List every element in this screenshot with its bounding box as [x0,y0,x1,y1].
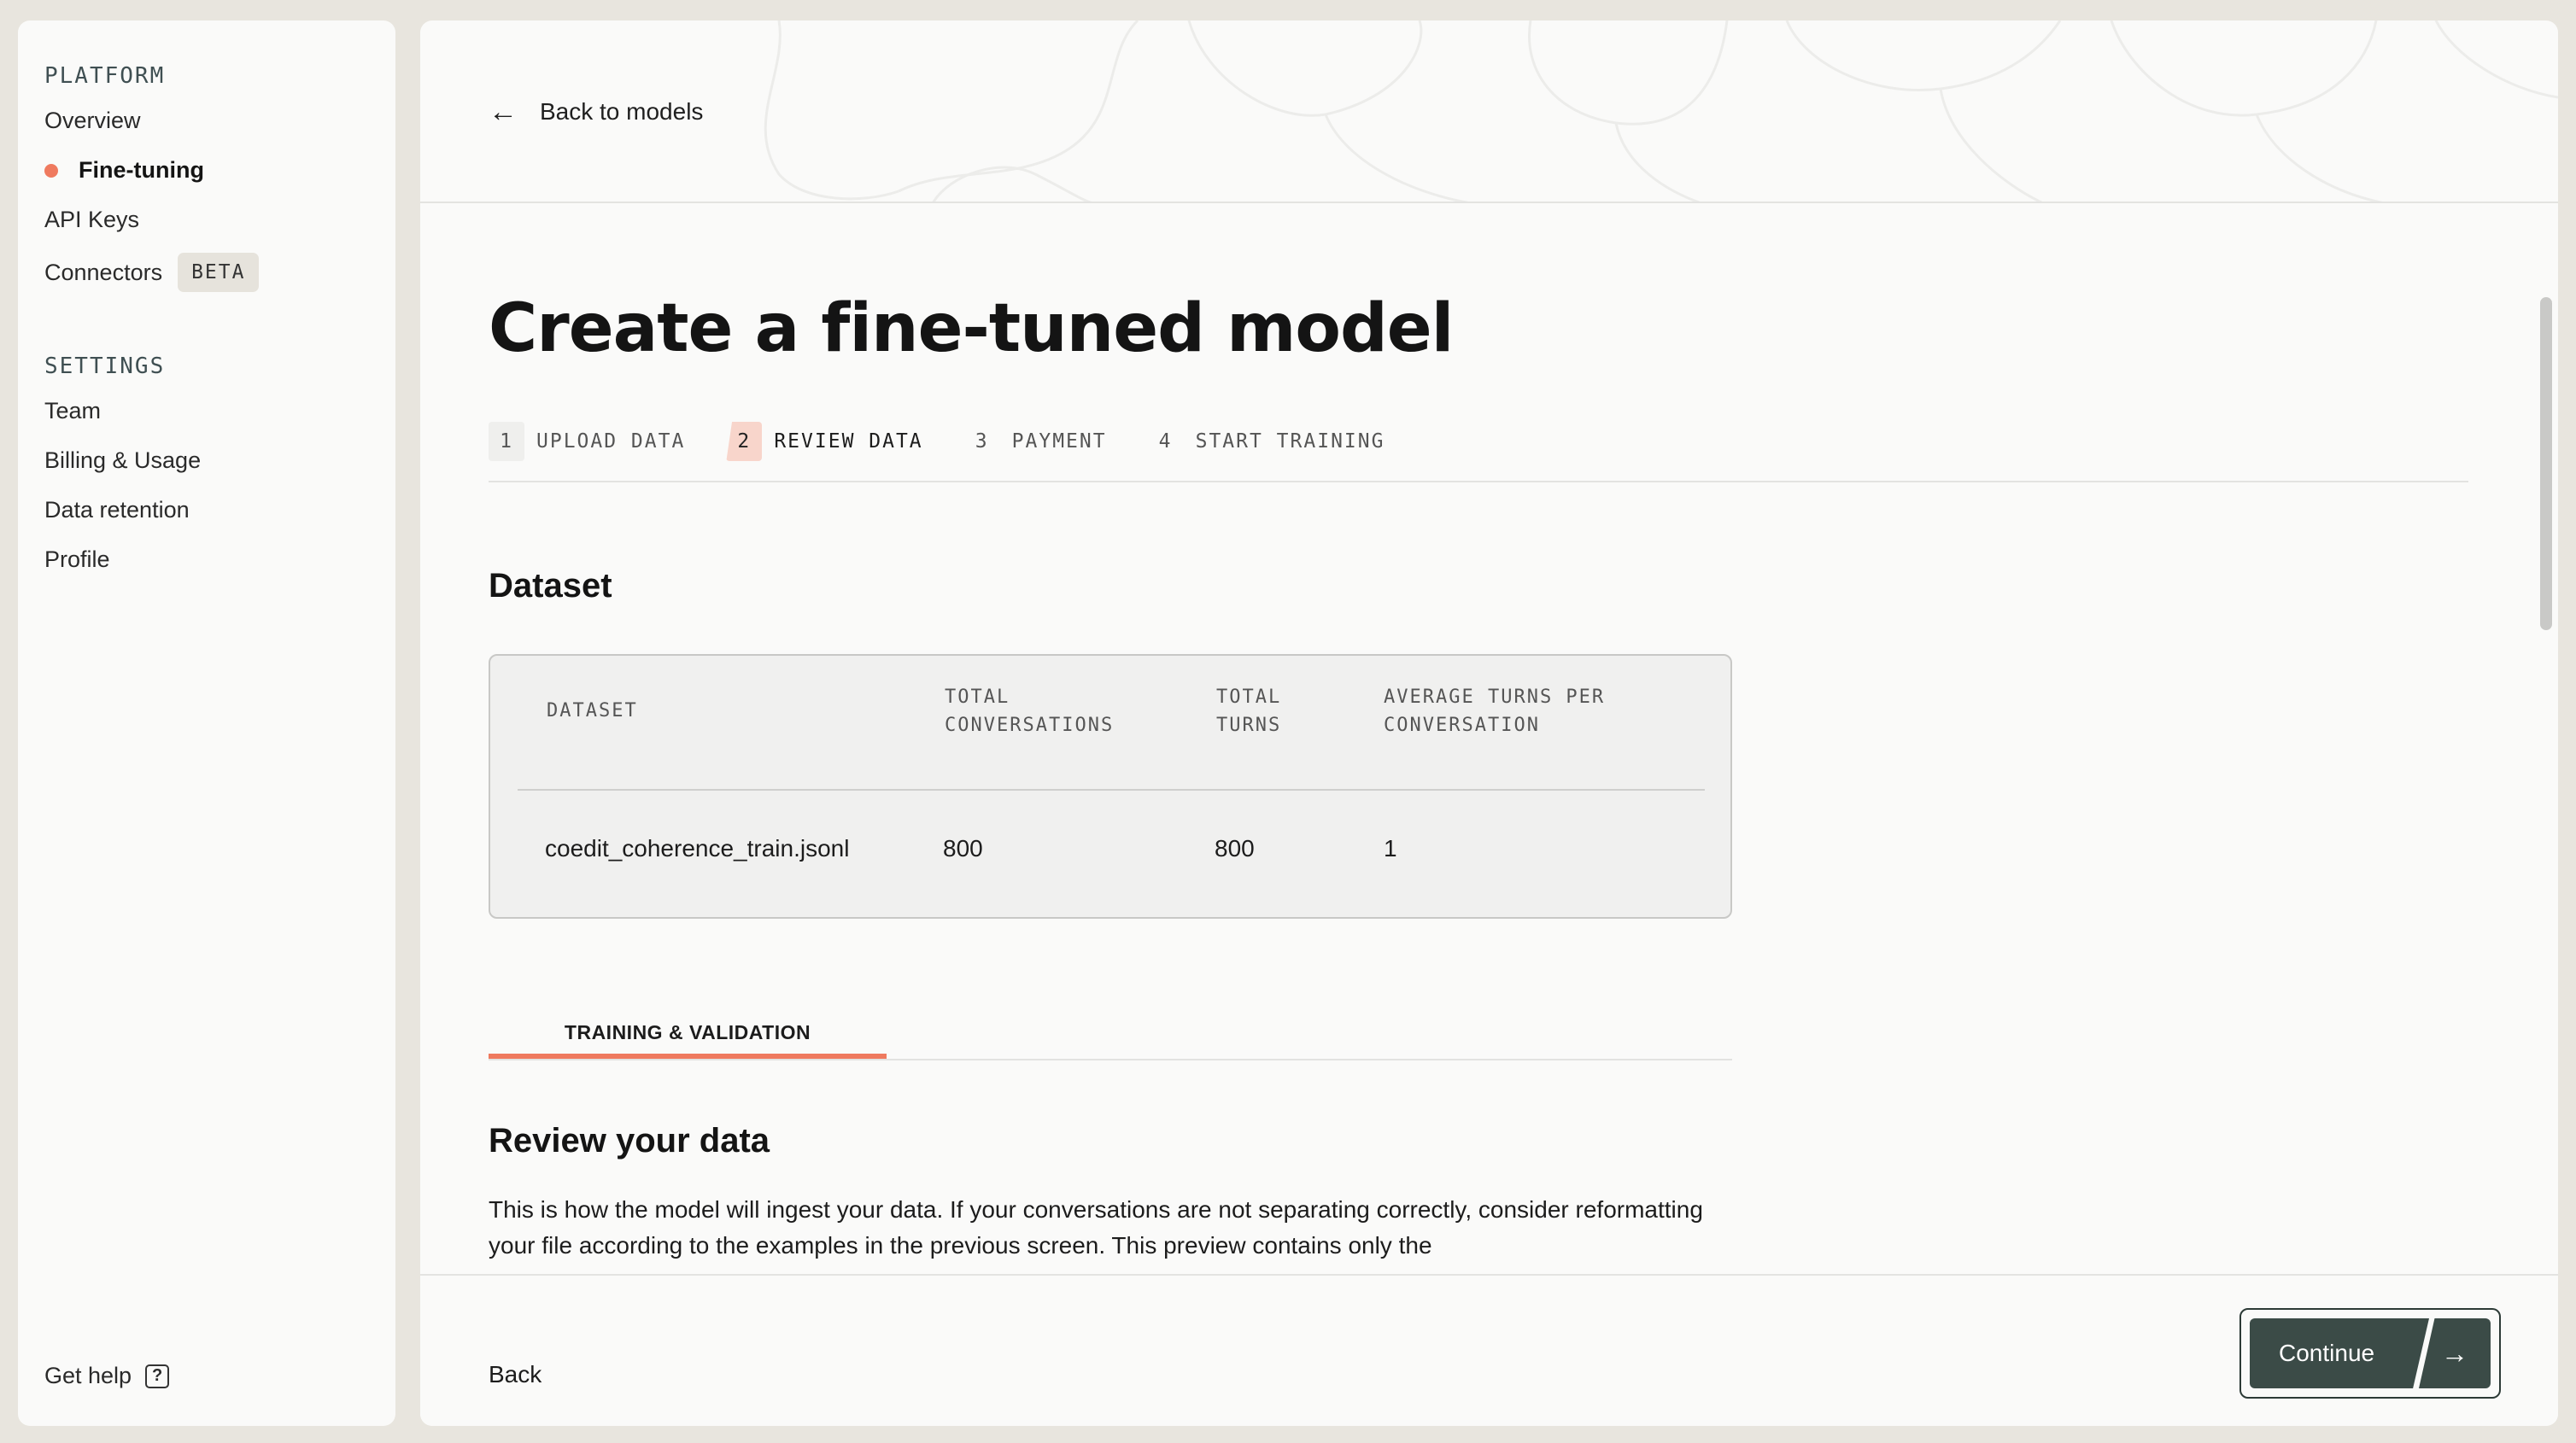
step-number: 3 [975,430,989,453]
sidebar-item-profile[interactable]: Profile [44,546,110,573]
step-number: 2 [726,422,763,461]
dataset-section-title: Dataset [489,567,612,605]
table-cell-total-conversations: 800 [943,835,983,862]
sidebar-item-label: Team [44,398,102,424]
review-section-title: Review your data [489,1122,770,1160]
back-button[interactable]: Back [489,1361,542,1388]
table-cell-dataset-name: coedit_coherence_train.jsonl [545,835,850,862]
get-help-link[interactable]: Get help ? [44,1363,170,1389]
stepper-divider [489,481,2468,482]
footer-bar: Back Continue → [420,1274,2558,1426]
get-help-label: Get help [44,1363,132,1388]
table-header-average-turns: AVERAGE TURNS PER CONVERSATION [1384,686,1606,736]
sidebar: PLATFORM Overview Fine-tuning API Keys C… [18,20,395,1426]
sidebar-item-billing-usage[interactable]: Billing & Usage [44,447,201,474]
step-label: UPLOAD DATA [536,430,686,453]
active-indicator-dot [44,163,58,178]
step-number: 1 [489,422,524,461]
scrollbar-thumb[interactable] [2540,297,2552,630]
step-review-data: 2 REVIEW DATA [726,422,922,461]
continue-button[interactable]: Continue [2250,1318,2429,1388]
beta-badge: BETA [178,253,260,292]
sidebar-item-label: Connectors [44,259,163,285]
dataset-table: DATASET TOTAL CONVERSATIONS TOTAL TURNS … [489,654,1732,919]
sidebar-item-team[interactable]: Team [44,398,101,424]
settings-section-title: SETTINGS [44,353,166,379]
sidebar-item-api-keys[interactable]: API Keys [44,207,139,233]
continue-button-group: Continue → [2239,1308,2501,1399]
step-number: 4 [1158,430,1173,453]
table-header-total-conversations: TOTAL CONVERSATIONS [945,686,1115,736]
table-header-dataset: DATASET [547,700,638,722]
stepper: 1 UPLOAD DATA 2 REVIEW DATA 3 PAYMENT 4 … [489,422,1426,461]
sidebar-item-label: Billing & Usage [44,447,202,473]
back-to-models-link[interactable]: ← Back to models [489,97,703,126]
sidebar-item-label: Overview [44,108,141,133]
platform-section-title: PLATFORM [44,63,166,89]
sidebar-item-fine-tuning[interactable]: Fine-tuning [44,157,204,184]
tab-active-indicator [489,1054,887,1059]
step-label: PAYMENT [1011,430,1107,453]
table-divider [518,789,1705,791]
table-header-total-turns: TOTAL TURNS [1216,686,1282,736]
sidebar-item-label: API Keys [44,207,140,232]
step-start-training: 4 START TRAINING [1148,422,1385,461]
step-label: START TRAINING [1195,430,1385,453]
header-background-pattern [764,20,2558,202]
step-upload-data: 1 UPLOAD DATA [489,422,685,461]
step-label: REVIEW DATA [774,430,923,453]
sidebar-item-label: Data retention [44,497,190,523]
table-cell-total-turns: 800 [1215,835,1255,862]
sidebar-item-label: Profile [44,546,110,572]
sidebar-item-label: Fine-tuning [79,157,204,183]
table-cell-average-turns: 1 [1384,835,1397,862]
main-panel: ← Back to models Create a fine-tuned mod… [420,20,2558,1426]
step-payment: 3 PAYMENT [964,422,1107,461]
sidebar-item-connectors[interactable]: Connectors BETA [44,253,260,292]
arrow-right-icon[interactable]: → [2419,1318,2491,1388]
page-title: Create a fine-tuned model [489,290,1454,367]
back-to-models-label: Back to models [540,98,704,125]
review-description: This is how the model will ingest your d… [489,1196,1703,1259]
sidebar-item-overview[interactable]: Overview [44,108,141,134]
tab-bar-divider [489,1059,1732,1060]
page-header: ← Back to models [420,20,2558,203]
help-icon: ? [145,1364,170,1388]
sidebar-item-data-retention[interactable]: Data retention [44,497,190,523]
arrow-left-icon: ← [489,96,518,128]
